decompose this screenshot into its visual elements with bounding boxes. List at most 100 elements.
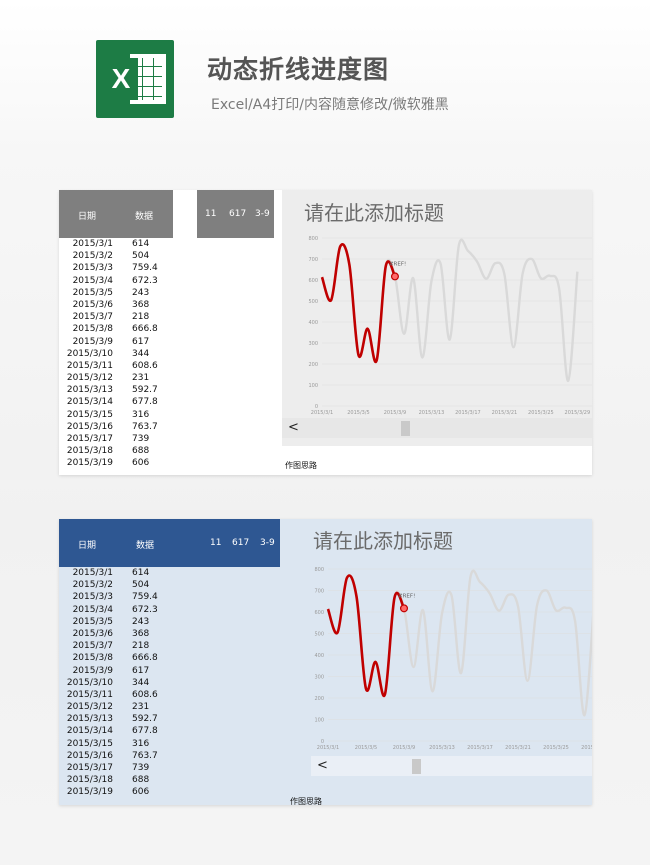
table-row[interactable]: 2015/3/19 606 [59, 786, 199, 798]
value-cell[interactable]: 608.6 [132, 360, 158, 372]
table-row[interactable]: 2015/3/6 368 [59, 628, 199, 640]
value-cell[interactable]: 504 [132, 250, 149, 262]
scroll-thumb[interactable] [412, 759, 421, 774]
current-point-marker[interactable] [399, 604, 408, 613]
value-cell[interactable]: 231 [132, 372, 149, 384]
value-cell[interactable]: 739 [132, 433, 149, 445]
date-cell[interactable]: 2015/3/4 [59, 604, 113, 616]
table-row[interactable]: 2015/3/14 677.8 [59, 396, 199, 408]
table-row[interactable]: 2015/3/17 739 [59, 433, 199, 445]
date-cell[interactable]: 2015/3/16 [59, 421, 113, 433]
value-cell[interactable]: 739 [132, 762, 149, 774]
table-row[interactable]: 2015/3/16 763.7 [59, 421, 199, 433]
value-cell[interactable]: 666.8 [132, 652, 158, 664]
value-cell[interactable]: 759.4 [132, 591, 158, 603]
scroll-thumb[interactable] [401, 421, 410, 436]
table-row[interactable]: 2015/3/11 608.6 [59, 689, 199, 701]
date-cell[interactable]: 2015/3/6 [59, 299, 113, 311]
table-row[interactable]: 2015/3/6 368 [59, 299, 199, 311]
value-cell[interactable]: 608.6 [132, 689, 158, 701]
date-cell[interactable]: 2015/3/16 [59, 750, 113, 762]
value-cell[interactable]: 672.3 [132, 604, 158, 616]
date-cell[interactable]: 2015/3/9 [59, 665, 113, 677]
table-row[interactable]: 2015/3/8 666.8 [59, 652, 199, 664]
date-cell[interactable]: 2015/3/1 [59, 238, 113, 250]
value-cell[interactable]: 606 [132, 457, 149, 469]
value-cell[interactable]: 368 [132, 628, 149, 640]
value-cell[interactable]: 231 [132, 701, 149, 713]
table-row[interactable]: 2015/3/8 666.8 [59, 323, 199, 335]
value-cell[interactable]: 672.3 [132, 275, 158, 287]
control-cell-date[interactable]: 3-9 [255, 209, 270, 219]
date-cell[interactable]: 2015/3/3 [59, 591, 113, 603]
table-row[interactable]: 2015/3/13 592.7 [59, 713, 199, 725]
date-cell[interactable]: 2015/3/19 [59, 786, 113, 798]
date-cell[interactable]: 2015/3/15 [59, 409, 113, 421]
table-row[interactable]: 2015/3/12 231 [59, 372, 199, 384]
table-row[interactable]: 2015/3/1 614 [59, 238, 199, 250]
date-cell[interactable]: 2015/3/2 [59, 579, 113, 591]
table-row[interactable]: 2015/3/5 243 [59, 616, 199, 628]
chart-scrollbar[interactable]: < [311, 756, 592, 776]
value-cell[interactable]: 592.7 [132, 713, 158, 725]
control-cell-value[interactable]: 617 [229, 209, 246, 219]
date-cell[interactable]: 2015/3/8 [59, 323, 113, 335]
date-cell[interactable]: 2015/3/18 [59, 774, 113, 786]
table-row[interactable]: 2015/3/9 617 [59, 336, 199, 348]
date-cell[interactable]: 2015/3/5 [59, 287, 113, 299]
control-cell-index[interactable]: 11 [210, 538, 221, 548]
chart-scrollbar[interactable]: < [282, 418, 592, 438]
date-cell[interactable]: 2015/3/5 [59, 616, 113, 628]
table-row[interactable]: 2015/3/5 243 [59, 287, 199, 299]
value-cell[interactable]: 763.7 [132, 750, 158, 762]
table-row[interactable]: 2015/3/2 504 [59, 579, 199, 591]
date-cell[interactable]: 2015/3/13 [59, 384, 113, 396]
table-row[interactable]: 2015/3/15 316 [59, 738, 199, 750]
date-cell[interactable]: 2015/3/11 [59, 689, 113, 701]
table-row[interactable]: 2015/3/10 344 [59, 348, 199, 360]
table-row[interactable]: 2015/3/2 504 [59, 250, 199, 262]
date-cell[interactable]: 2015/3/2 [59, 250, 113, 262]
date-cell[interactable]: 2015/3/17 [59, 762, 113, 774]
table-row[interactable]: 2015/3/14 677.8 [59, 725, 199, 737]
date-cell[interactable]: 2015/3/12 [59, 701, 113, 713]
date-cell[interactable]: 2015/3/11 [59, 360, 113, 372]
date-cell[interactable]: 2015/3/7 [59, 311, 113, 323]
value-cell[interactable]: 677.8 [132, 725, 158, 737]
value-cell[interactable]: 606 [132, 786, 149, 798]
value-cell[interactable]: 614 [132, 567, 149, 579]
value-cell[interactable]: 688 [132, 445, 149, 457]
value-cell[interactable]: 677.8 [132, 396, 158, 408]
table-row[interactable]: 2015/3/7 218 [59, 311, 199, 323]
control-cell-date[interactable]: 3-9 [260, 538, 275, 548]
date-cell[interactable]: 2015/3/15 [59, 738, 113, 750]
date-cell[interactable]: 2015/3/10 [59, 677, 113, 689]
value-cell[interactable]: 316 [132, 738, 149, 750]
date-cell[interactable]: 2015/3/3 [59, 262, 113, 274]
date-cell[interactable]: 2015/3/14 [59, 396, 113, 408]
date-cell[interactable]: 2015/3/1 [59, 567, 113, 579]
table-row[interactable]: 2015/3/9 617 [59, 665, 199, 677]
value-cell[interactable]: 344 [132, 677, 149, 689]
date-cell[interactable]: 2015/3/4 [59, 275, 113, 287]
table-row[interactable]: 2015/3/3 759.4 [59, 591, 199, 603]
table-row[interactable]: 2015/3/16 763.7 [59, 750, 199, 762]
table-row[interactable]: 2015/3/17 739 [59, 762, 199, 774]
control-cell-value[interactable]: 617 [232, 538, 249, 548]
table-row[interactable]: 2015/3/11 608.6 [59, 360, 199, 372]
table-row[interactable]: 2015/3/19 606 [59, 457, 199, 469]
table-row[interactable]: 2015/3/10 344 [59, 677, 199, 689]
table-row[interactable]: 2015/3/7 218 [59, 640, 199, 652]
value-cell[interactable]: 218 [132, 640, 149, 652]
value-cell[interactable]: 243 [132, 287, 149, 299]
date-cell[interactable]: 2015/3/6 [59, 628, 113, 640]
value-cell[interactable]: 218 [132, 311, 149, 323]
date-cell[interactable]: 2015/3/8 [59, 652, 113, 664]
value-cell[interactable]: 688 [132, 774, 149, 786]
value-cell[interactable]: 592.7 [132, 384, 158, 396]
date-cell[interactable]: 2015/3/12 [59, 372, 113, 384]
date-cell[interactable]: 2015/3/17 [59, 433, 113, 445]
date-cell[interactable]: 2015/3/18 [59, 445, 113, 457]
value-cell[interactable]: 666.8 [132, 323, 158, 335]
table-row[interactable]: 2015/3/4 672.3 [59, 275, 199, 287]
